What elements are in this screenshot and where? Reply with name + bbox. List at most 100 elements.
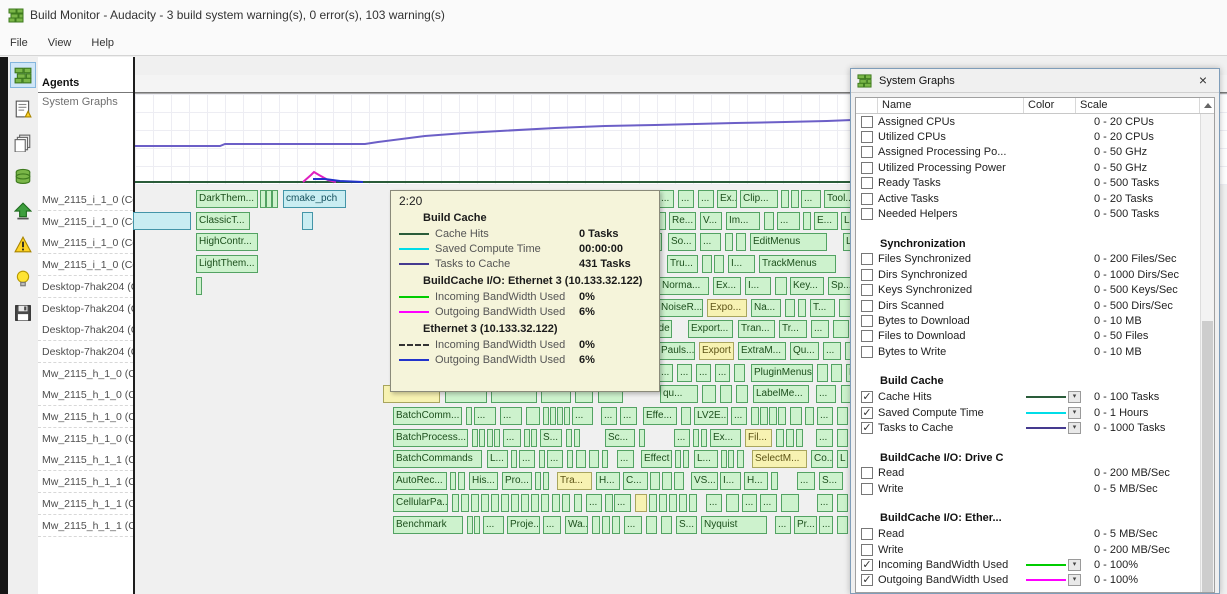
agent-row[interactable]: Mw_2115_i_1_0 (Co	[38, 189, 133, 211]
task-block[interactable]	[458, 472, 465, 490]
task-block[interactable]: I...	[728, 255, 755, 273]
task-block[interactable]	[790, 407, 802, 425]
task-block[interactable]	[639, 429, 645, 447]
task-block[interactable]: Qu...	[790, 342, 819, 360]
graph-checkbox[interactable]: ✓	[861, 422, 873, 434]
task-block[interactable]: ...	[500, 407, 522, 425]
task-block[interactable]	[612, 516, 620, 534]
menu-view[interactable]: View	[38, 33, 82, 53]
task-block[interactable]	[728, 450, 734, 468]
agent-row[interactable]: Mw_2115_h_1_0 (C	[38, 428, 133, 450]
color-column-header[interactable]: Color	[1024, 98, 1076, 113]
task-block[interactable]: Tran...	[738, 320, 775, 338]
task-block[interactable]	[683, 450, 689, 468]
graph-list-row[interactable]: ✓Outgoing BandWidth Used▾0 - 100%	[856, 573, 1200, 588]
graph-checkbox[interactable]	[861, 544, 873, 556]
task-block[interactable]	[831, 364, 842, 382]
task-block[interactable]	[466, 407, 472, 425]
task-block[interactable]: BatchComm...	[393, 407, 462, 425]
graph-checkbox[interactable]	[861, 208, 873, 220]
task-block[interactable]	[450, 472, 456, 490]
task-block[interactable]	[472, 429, 478, 447]
task-block[interactable]	[501, 494, 509, 512]
agent-row[interactable]: Mw_2115_i_1_0 (Co	[38, 254, 133, 276]
task-block[interactable]	[567, 450, 573, 468]
task-block[interactable]: PluginMenus	[751, 364, 813, 382]
task-block[interactable]: ...	[677, 364, 692, 382]
graph-checkbox[interactable]	[861, 269, 873, 281]
task-block[interactable]: ...	[572, 407, 593, 425]
task-block[interactable]: L...	[694, 450, 718, 468]
task-block[interactable]: DarkThem...	[196, 190, 258, 208]
task-block[interactable]: C...	[623, 472, 648, 490]
task-block[interactable]	[550, 407, 556, 425]
system-graphs-titlebar[interactable]: System Graphs ×	[851, 69, 1219, 93]
graph-list-row[interactable]: Write0 - 200 MB/Sec	[856, 542, 1200, 557]
task-block[interactable]	[778, 407, 786, 425]
graph-checkbox[interactable]	[861, 284, 873, 296]
task-block[interactable]: LabelMe...	[753, 385, 809, 403]
task-block[interactable]	[760, 407, 768, 425]
graph-checkbox[interactable]	[861, 177, 873, 189]
task-block[interactable]: TrackMenus	[759, 255, 836, 273]
task-block[interactable]: ...	[823, 342, 841, 360]
task-block[interactable]	[702, 385, 716, 403]
graph-checkbox[interactable]	[861, 131, 873, 143]
task-block[interactable]: LightThem...	[196, 255, 258, 273]
task-block[interactable]	[605, 494, 613, 512]
task-block[interactable]	[461, 494, 469, 512]
task-block[interactable]	[769, 407, 777, 425]
task-block[interactable]: ...	[658, 364, 673, 382]
color-dropdown-button[interactable]: ▾	[1068, 559, 1081, 571]
task-block[interactable]: AutoRec...	[393, 472, 447, 490]
graph-list-row[interactable]: Bytes to Write0 - 10 MB	[856, 344, 1200, 359]
task-block[interactable]: ...	[811, 320, 829, 338]
graph-checkbox[interactable]: ✓	[861, 391, 873, 403]
task-block[interactable]	[539, 450, 545, 468]
task-block[interactable]: Fil...	[745, 429, 772, 447]
task-block[interactable]	[302, 212, 313, 230]
task-block[interactable]: ...	[816, 429, 833, 447]
graph-checkbox[interactable]	[861, 116, 873, 128]
task-block[interactable]: ...	[742, 494, 757, 512]
task-block[interactable]	[649, 494, 657, 512]
task-block[interactable]	[837, 429, 848, 447]
graph-checkbox[interactable]: ✓	[861, 407, 873, 419]
graph-list-row[interactable]: Assigned CPUs0 - 20 CPUs	[856, 114, 1200, 129]
task-block[interactable]: ...	[731, 407, 747, 425]
task-block[interactable]: NoiseR...	[658, 299, 703, 317]
task-block[interactable]	[543, 472, 549, 490]
menu-help[interactable]: Help	[81, 33, 124, 53]
task-block[interactable]	[574, 429, 580, 447]
task-block[interactable]	[574, 494, 582, 512]
task-block[interactable]: Im...	[726, 212, 760, 230]
task-block[interactable]	[702, 255, 712, 273]
graph-checkbox[interactable]	[861, 528, 873, 540]
task-block[interactable]	[661, 516, 672, 534]
build-cache-icon[interactable]	[10, 164, 36, 190]
graph-checkbox[interactable]	[861, 146, 873, 158]
task-block[interactable]: ...	[775, 516, 791, 534]
task-block[interactable]: Nyquist	[701, 516, 767, 534]
task-block[interactable]: ...	[816, 385, 836, 403]
agent-row[interactable]: Mw_2115_h_1_1 (C	[38, 493, 133, 515]
task-block[interactable]: ...	[797, 472, 815, 490]
task-block[interactable]	[781, 190, 789, 208]
graph-checkbox[interactable]	[861, 467, 873, 479]
task-block[interactable]	[526, 407, 540, 425]
graph-checkbox[interactable]: ✓	[861, 574, 873, 586]
task-block[interactable]	[734, 364, 745, 382]
graph-list-row[interactable]: Needed Helpers0 - 500 Tasks	[856, 206, 1200, 221]
graph-checkbox[interactable]	[861, 300, 873, 312]
task-block[interactable]	[679, 494, 687, 512]
task-block[interactable]	[662, 472, 672, 490]
task-block[interactable]	[803, 212, 811, 230]
save-icon[interactable]	[10, 300, 36, 326]
graph-list-row[interactable]: Ready Tasks0 - 500 Tasks	[856, 176, 1200, 191]
task-block[interactable]	[764, 212, 774, 230]
task-block[interactable]	[721, 450, 727, 468]
color-dropdown-button[interactable]: ▾	[1068, 422, 1081, 434]
task-block[interactable]: ClassicT...	[196, 212, 250, 230]
task-block[interactable]	[737, 450, 744, 468]
task-block[interactable]	[720, 385, 732, 403]
